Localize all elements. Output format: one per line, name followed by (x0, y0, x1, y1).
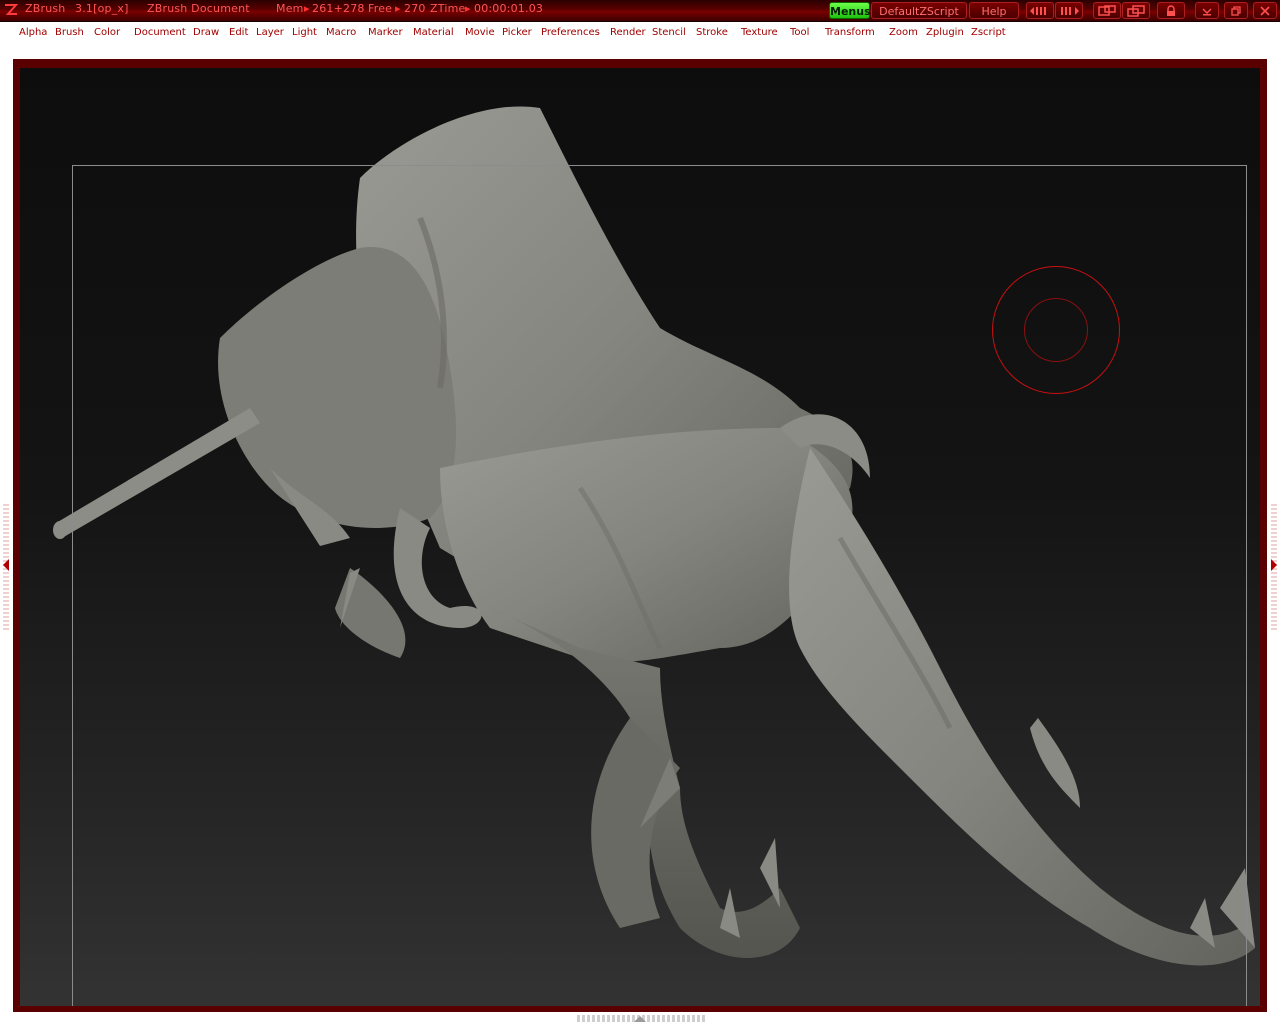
menu-transform[interactable]: Transform (825, 27, 875, 38)
menu-stroke[interactable]: Stroke (696, 27, 728, 38)
expand-right-tray-icon[interactable] (1269, 558, 1279, 572)
scroll-right-button[interactable] (1055, 2, 1083, 19)
app-name: ZBrush (25, 2, 66, 15)
document-name: ZBrush Document (147, 2, 250, 15)
menu-document[interactable]: Document (134, 27, 186, 38)
zbrush-logo-icon[interactable] (3, 2, 19, 18)
menu-preferences[interactable]: Preferences (541, 27, 600, 38)
restore-icon (1231, 5, 1241, 16)
mem-label: Mem (276, 2, 304, 15)
scroll-left-icon (1030, 6, 1046, 15)
menu-macro[interactable]: Macro (326, 27, 356, 38)
ztime-label: ZTime (430, 2, 466, 15)
layout-icon (1098, 4, 1116, 16)
right-tray (1268, 44, 1280, 1024)
menu-tool[interactable]: Tool (790, 27, 809, 38)
menu-edit[interactable]: Edit (229, 27, 248, 38)
close-button[interactable] (1253, 2, 1277, 19)
scroll-right-icon (1061, 6, 1079, 15)
menu-zoom[interactable]: Zoom (889, 27, 918, 38)
menu-stencil[interactable]: Stencil (652, 27, 686, 38)
title-bar: ZBrush 3.1[op_x] ZBrush Document Mem ▸ 2… (0, 0, 1280, 22)
menu-marker[interactable]: Marker (368, 27, 403, 38)
layout-alt-icon (1127, 4, 1145, 17)
menu-alpha[interactable]: Alpha (19, 27, 47, 38)
scroll-left-button[interactable] (1026, 2, 1054, 19)
restore-button[interactable] (1224, 2, 1248, 19)
free-arrow-icon: ▸ (395, 2, 401, 15)
menu-bar: Alpha Brush Color Document Draw Edit Lay… (0, 22, 1280, 44)
menu-material[interactable]: Material (413, 27, 454, 38)
minimize-icon (1202, 7, 1212, 15)
free-label: Free (368, 2, 393, 15)
menu-texture[interactable]: Texture (741, 27, 778, 38)
ztime-value: 00:00:01.03 (474, 2, 544, 15)
close-icon (1260, 5, 1270, 16)
mem-arrow-icon: ▸ (304, 2, 310, 15)
sculpted-creature-model[interactable] (20, 68, 1260, 1006)
menu-render[interactable]: Render (610, 27, 646, 38)
draw-size-cursor-inner (1024, 298, 1088, 362)
menus-button[interactable]: Menus (829, 2, 871, 19)
menu-picker[interactable]: Picker (502, 27, 532, 38)
menu-light[interactable]: Light (292, 27, 317, 38)
expand-bottom-tray-icon[interactable] (633, 1014, 647, 1024)
menu-brush[interactable]: Brush (55, 27, 84, 38)
document-canvas[interactable] (20, 68, 1260, 1006)
layout-button[interactable] (1093, 2, 1121, 19)
app-version: 3.1[op_x] (75, 2, 129, 15)
minimize-button[interactable] (1195, 2, 1219, 19)
expand-left-tray-icon[interactable] (1, 558, 11, 572)
layout-alt-button[interactable] (1122, 2, 1150, 19)
help-button[interactable]: Help (969, 2, 1019, 19)
menu-layer[interactable]: Layer (256, 27, 284, 38)
mem-value: 261+278 (312, 2, 365, 15)
menu-color[interactable]: Color (94, 27, 120, 38)
lock-icon (1167, 4, 1175, 16)
left-tray (0, 44, 12, 1024)
menu-draw[interactable]: Draw (193, 27, 219, 38)
ztime-arrow-icon: ▸ (465, 2, 471, 15)
menu-movie[interactable]: Movie (465, 27, 495, 38)
free-value: 270 (404, 2, 426, 15)
lock-button[interactable] (1157, 2, 1185, 19)
menu-zscript[interactable]: Zscript (971, 27, 1006, 38)
menu-zplugin[interactable]: Zplugin (926, 27, 964, 38)
default-zscript-button[interactable]: DefaultZScript (871, 2, 967, 19)
